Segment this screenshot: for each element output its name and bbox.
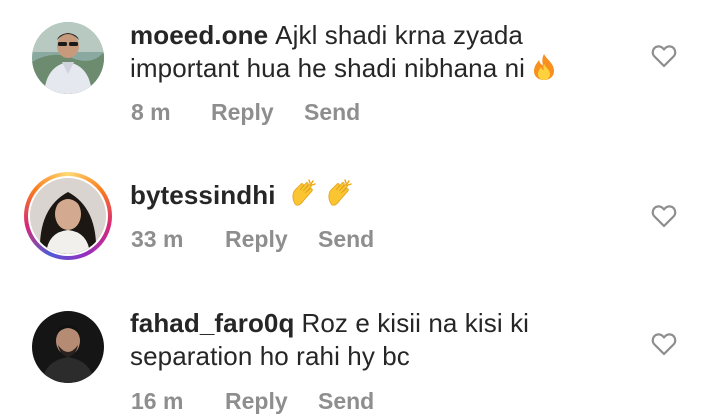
reply-button[interactable]: Reply	[225, 388, 318, 415]
avatar[interactable]	[32, 22, 104, 94]
clapping-hands-emoji-icon	[289, 178, 319, 216]
heart-icon[interactable]	[651, 332, 677, 356]
send-button[interactable]: Send	[318, 226, 374, 253]
comment-meta: 8 m Reply Send	[131, 99, 360, 126]
comment-timestamp: 16 m	[131, 388, 184, 414]
comment-username[interactable]: moeed.one	[130, 20, 268, 50]
fire-emoji-icon	[531, 53, 557, 89]
clapping-hands-emoji-icon	[325, 178, 355, 216]
comment-text-block: moeed.one Ajkl shadi krna zyada important…	[130, 19, 620, 89]
heart-icon[interactable]	[651, 44, 677, 68]
reply-button[interactable]: Reply	[211, 99, 304, 126]
comment-text-block: bytessindhi	[130, 178, 620, 216]
reply-button[interactable]: Reply	[225, 226, 318, 253]
send-button[interactable]: Send	[318, 388, 374, 415]
avatar[interactable]	[32, 311, 104, 383]
comment-timestamp: 8 m	[131, 99, 171, 125]
comment-meta: 33 m Reply Send	[131, 226, 374, 253]
comment-username[interactable]: fahad_faro0q	[130, 308, 294, 338]
avatar[interactable]	[30, 178, 106, 254]
comment-username[interactable]: bytessindhi	[130, 180, 276, 210]
send-button[interactable]: Send	[304, 99, 360, 126]
comment-timestamp: 33 m	[131, 226, 184, 252]
heart-icon[interactable]	[651, 204, 677, 228]
story-ring[interactable]	[24, 172, 112, 260]
comment-text-block: fahad_faro0q Roz e kisii na kisi ki separ…	[130, 307, 620, 373]
comment-meta: 16 m Reply Send	[131, 388, 374, 415]
